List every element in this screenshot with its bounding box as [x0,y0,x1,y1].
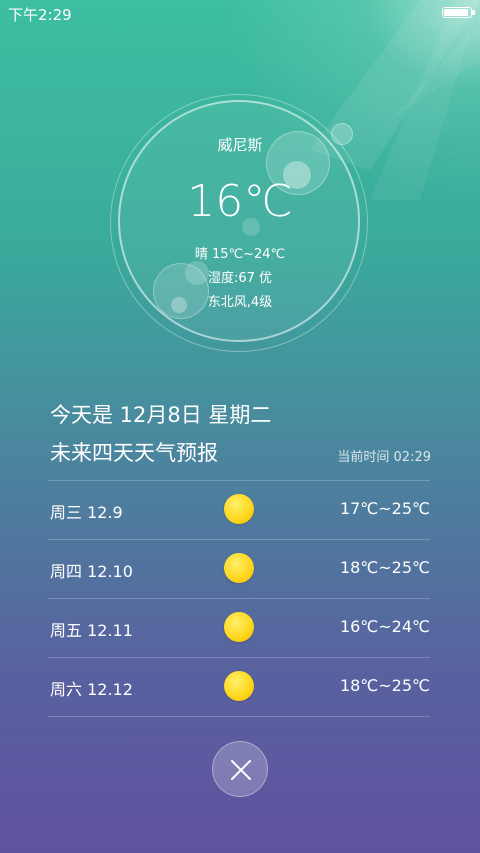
sun-icon [224,494,254,524]
weather-condition: 晴 15℃~24℃ [194,247,286,262]
sun-icon [224,671,254,701]
current-time: 当前时间 02:29 [337,450,431,465]
forecast-row: 周三 12.9 17℃~25℃ [48,480,430,539]
sun-icon [224,612,254,642]
forecast-row: 周六 12.12 18℃~25℃ [48,657,430,717]
forecast-range: 18℃~25℃ [339,676,430,695]
forecast-range: 17℃~25℃ [339,499,430,518]
close-button[interactable] [212,741,268,797]
battery-icon [442,7,475,18]
forecast-range: 18℃~25℃ [339,558,430,577]
status-bar: 下午2:29 [0,0,480,26]
forecast-day: 周六 12.12 [50,680,133,699]
forecast-day: 周五 12.11 [50,621,133,640]
forecast-range: 16℃~24℃ [339,617,430,636]
forecast-day: 周三 12.9 [50,503,123,522]
today-date: 今天是 12月8日 星期二 [50,403,272,427]
forecast-list: 周三 12.9 17℃~25℃ 周四 12.10 18℃~25℃ 周五 12.1… [48,480,430,717]
forecast-day: 周四 12.10 [50,562,133,581]
sun-icon [224,553,254,583]
status-time: 下午2:29 [8,6,72,24]
current-temperature: 16℃ [187,176,293,227]
forecast-row: 周四 12.10 18℃~25℃ [48,539,430,598]
humidity: 湿度:67 优 [207,271,273,286]
close-icon [231,760,251,780]
forecast-title: 未来四天天气预报 [50,441,218,465]
forecast-row: 周五 12.11 16℃~24℃ [48,598,430,657]
city-name: 威尼斯 [217,136,263,154]
wind: 东北风,4级 [207,295,273,310]
